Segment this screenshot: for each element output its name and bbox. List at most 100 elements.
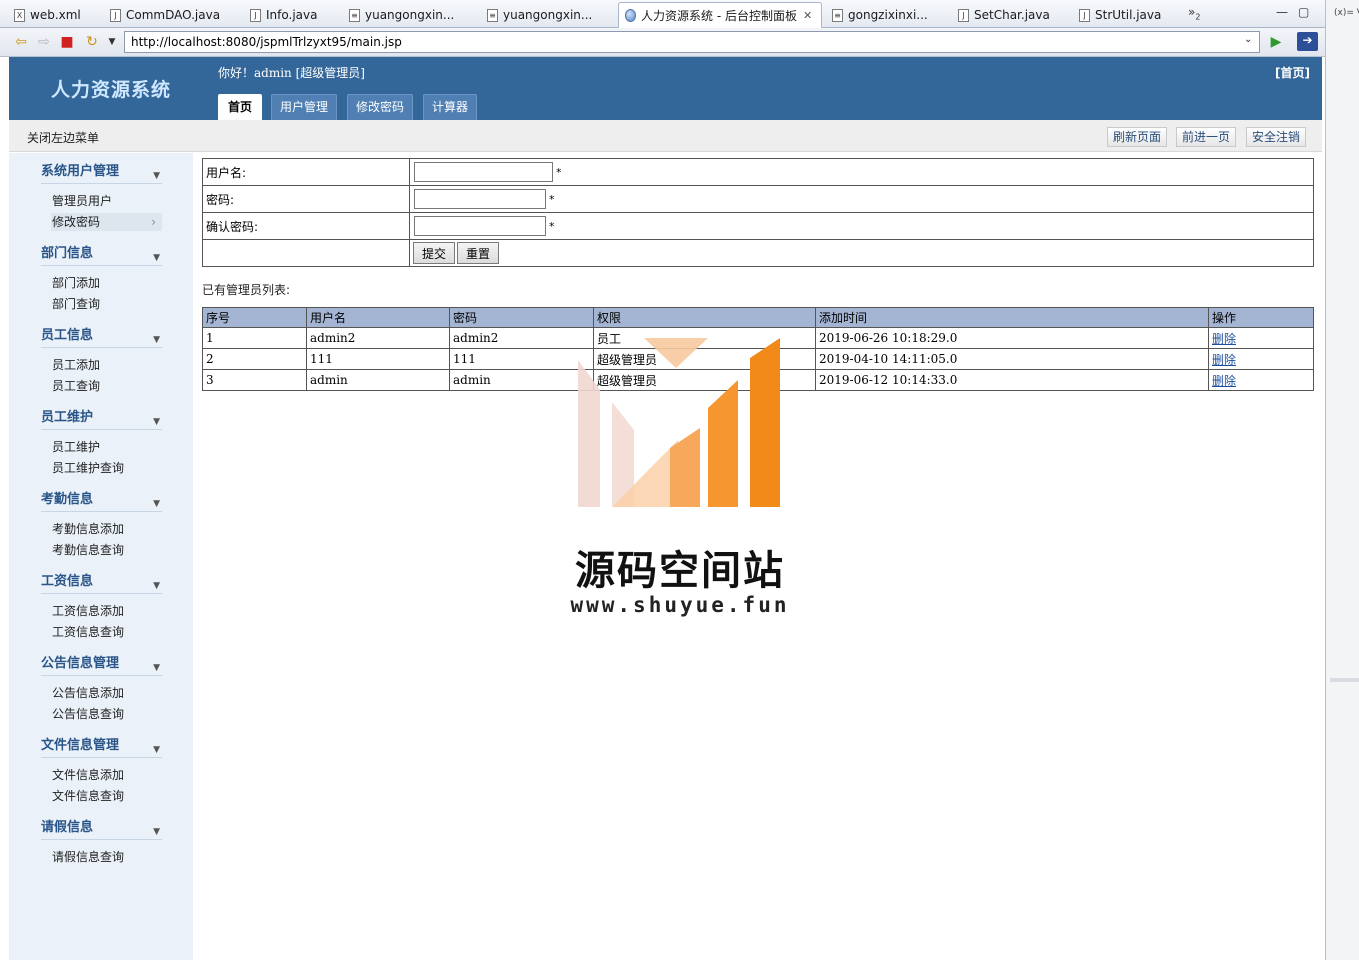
chevron-down-icon[interactable]: ⌄ — [1244, 34, 1252, 45]
menu-item-attendance-query[interactable]: 考勤信息查询 — [51, 541, 162, 559]
menu-item-file-add[interactable]: 文件信息添加 — [51, 766, 162, 784]
open-external-browser-icon[interactable]: ➔ — [1297, 32, 1318, 51]
refresh-icon[interactable]: ↻ — [83, 34, 101, 50]
tab-label: yuangongxin... — [503, 8, 593, 22]
url-bar[interactable]: http://localhost:8080/jspmlTrlzyxt95/mai… — [124, 31, 1260, 53]
tab-setchar-java[interactable]: J SetChar.java — [952, 2, 1064, 28]
back-icon[interactable]: ⇦ — [12, 34, 30, 50]
confirm-password-label: 确认密码: — [202, 212, 410, 240]
menu-item-admin-users[interactable]: 管理员用户 — [51, 192, 162, 210]
tab-calculator[interactable]: 计算器 — [423, 94, 478, 120]
tab-home[interactable]: 首页 — [218, 94, 262, 120]
left-menu: 系统用户管理▼ 管理员用户 修改密码 部门信息▼ 部门添加 部门查询 员工信息▼… — [9, 153, 193, 960]
reset-button[interactable]: 重置 — [457, 242, 500, 264]
menu-group-title[interactable]: 系统用户管理 ▼ — [41, 163, 162, 184]
tab-overflow-button[interactable]: »2 — [1188, 5, 1200, 21]
menu-item-leave-query[interactable]: 请假信息查询 — [51, 848, 162, 866]
menu-item-salary-query[interactable]: 工资信息查询 — [51, 623, 162, 641]
forward-icon[interactable]: ⇨ — [35, 34, 53, 50]
chevron-down-icon[interactable]: ▼ — [153, 577, 160, 595]
menu-group-salary: 工资信息 ▼ — [41, 573, 162, 594]
tab-yuangongxin-1[interactable]: ≡ yuangongxin... — [343, 2, 463, 28]
menu-group-title[interactable]: 公告信息管理 ▼ — [41, 655, 162, 676]
menu-item-maintenance[interactable]: 员工维护 — [51, 438, 162, 456]
menu-item-change-password[interactable]: 修改密码 — [51, 213, 162, 231]
java-file-icon: J — [958, 8, 969, 22]
tab-gongzixinxi[interactable]: ≡ gongzixinxi... — [826, 2, 936, 28]
menu-item-employee-query[interactable]: 员工查询 — [51, 377, 162, 395]
cell-password: admin2 — [449, 327, 594, 349]
refresh-page-button[interactable]: 刷新页面 — [1107, 127, 1168, 147]
menu-group-title[interactable]: 员工维护 ▼ — [41, 409, 162, 430]
chevron-down-icon[interactable]: ▼ — [153, 659, 160, 677]
tab-user-management[interactable]: 用户管理 — [271, 94, 338, 120]
minimize-icon[interactable]: — — [1276, 5, 1288, 19]
menu-group-attendance: 考勤信息 ▼ — [41, 491, 162, 512]
chevron-down-icon[interactable]: ▼ — [153, 167, 160, 185]
menu-item-employee-add[interactable]: 员工添加 — [51, 356, 162, 374]
menu-group-title[interactable]: 文件信息管理 ▼ — [41, 737, 162, 758]
column-header-added-time: 添加时间 — [815, 307, 1209, 328]
close-icon[interactable]: ✕ — [803, 9, 812, 22]
chevron-down-icon[interactable]: ▼ — [153, 413, 160, 431]
tab-commdao-java[interactable]: J CommDAO.java — [104, 2, 220, 28]
username-input[interactable] — [414, 162, 553, 182]
admin-list-caption: 已有管理员列表: — [202, 283, 291, 297]
menu-group-title[interactable]: 部门信息 ▼ — [41, 245, 162, 266]
menu-item-attendance-add[interactable]: 考勤信息添加 — [51, 520, 162, 538]
confirm-password-input[interactable] — [414, 216, 546, 236]
tab-yuangongxin-2[interactable]: ≡ yuangongxin... — [481, 2, 601, 28]
tab-info-java[interactable]: J Info.java — [244, 2, 332, 28]
chevron-down-icon[interactable]: ▼ — [153, 495, 160, 513]
menu-item-department-query[interactable]: 部门查询 — [51, 295, 162, 313]
tab-label: 人力资源系统 - 后台控制面板 — [641, 9, 797, 23]
variables-label: (x)= V — [1334, 8, 1359, 18]
password-input[interactable] — [414, 189, 546, 209]
tab-web-xml[interactable]: X web.xml — [8, 2, 100, 28]
menu-group-title[interactable]: 员工信息 ▼ — [41, 327, 162, 348]
tab-label: gongzixinxi... — [848, 8, 928, 22]
cell-username: admin2 — [306, 327, 450, 349]
menu-item-file-query[interactable]: 文件信息查询 — [51, 787, 162, 805]
tab-strutil-java[interactable]: J StrUtil.java — [1073, 2, 1173, 28]
column-header-index: 序号 — [202, 307, 307, 328]
maximize-icon[interactable]: ▢ — [1298, 5, 1309, 19]
menu-group-title[interactable]: 工资信息 ▼ — [41, 573, 162, 594]
chevron-down-icon[interactable]: ▼ — [153, 823, 160, 841]
password-label: 密码: — [202, 185, 410, 213]
required-mark: * — [549, 220, 555, 233]
tab-change-password[interactable]: 修改密码 — [347, 94, 414, 120]
column-header-role: 权限 — [593, 307, 816, 328]
tab-browser-active[interactable]: 人力资源系统 - 后台控制面板 ✕ — [618, 2, 822, 28]
menu-item-notice-add[interactable]: 公告信息添加 — [51, 684, 162, 702]
history-dropdown-icon[interactable]: ▼ — [103, 34, 121, 50]
logout-button[interactable]: 安全注销 — [1246, 127, 1307, 147]
menu-item-notice-query[interactable]: 公告信息查询 — [51, 705, 162, 723]
delete-link[interactable]: 删除 — [1212, 332, 1236, 346]
menu-group-title[interactable]: 考勤信息 ▼ — [41, 491, 162, 512]
delete-link[interactable]: 删除 — [1212, 374, 1236, 388]
cell-action: 删除 — [1208, 369, 1314, 391]
menu-group-title[interactable]: 请假信息 ▼ — [41, 819, 162, 840]
chevron-down-icon[interactable]: ▼ — [153, 331, 160, 349]
admin-list-table: 序号 用户名 密码 权限 添加时间 操作 1 admin2 admin2 员工 … — [202, 307, 1314, 391]
cell-index: 2 — [202, 348, 307, 370]
java-file-icon: J — [1079, 8, 1090, 22]
go-icon[interactable]: ▶ — [1267, 34, 1285, 50]
add-admin-form: 用户名: * 密码: * 确认密码: * 提交 重置 — [202, 158, 1314, 267]
submit-button[interactable]: 提交 — [413, 242, 456, 264]
menu-item-maintenance-query[interactable]: 员工维护查询 — [51, 459, 162, 477]
chevron-down-icon[interactable]: ▼ — [153, 249, 160, 267]
panel-splitter[interactable] — [1330, 678, 1359, 682]
forward-page-button[interactable]: 前进一页 — [1176, 127, 1237, 147]
menu-item-salary-add[interactable]: 工资信息添加 — [51, 602, 162, 620]
close-left-menu-link[interactable]: 关闭左边菜单 — [27, 129, 99, 146]
stop-icon[interactable]: ■ — [58, 34, 76, 50]
menu-item-department-add[interactable]: 部门添加 — [51, 274, 162, 292]
main-content: 用户名: * 密码: * 确认密码: * 提交 重置 已有管理员列表: 序号 用户… — [193, 153, 1322, 960]
sub-toolbar: 关闭左边菜单 刷新页面 前进一页 安全注销 — [9, 120, 1322, 152]
delete-link[interactable]: 删除 — [1212, 353, 1236, 367]
chevron-down-icon[interactable]: ▼ — [153, 741, 160, 759]
home-link[interactable]: [首页] — [1275, 64, 1310, 81]
jsp-file-icon: ≡ — [832, 8, 843, 22]
